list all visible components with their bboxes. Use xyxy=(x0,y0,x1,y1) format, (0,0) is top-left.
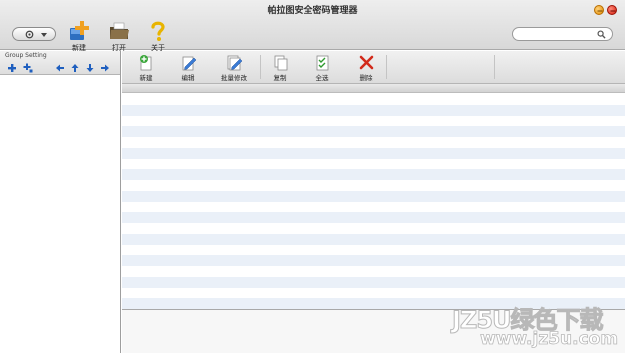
batch-edit-icon xyxy=(227,55,242,71)
watermark-url: www.jz5u.com xyxy=(480,329,619,350)
table-row[interactable] xyxy=(122,180,625,191)
group-panel-header: Group Setting xyxy=(0,51,120,75)
arrow-up-icon[interactable] xyxy=(70,63,80,73)
toolbar-separator xyxy=(386,55,387,79)
table-row[interactable] xyxy=(122,94,625,105)
copy-label: 复制 xyxy=(273,74,287,82)
table-row[interactable] xyxy=(122,233,625,245)
edit-record-button[interactable]: 编辑 xyxy=(170,54,206,82)
table-row[interactable] xyxy=(122,255,625,266)
open-folder-icon xyxy=(110,22,129,39)
action-menu-button[interactable] xyxy=(12,27,56,41)
search-icon xyxy=(597,30,606,39)
add-group-icon[interactable] xyxy=(7,63,17,73)
new-file-button[interactable]: 新建 xyxy=(64,20,94,53)
arrow-down-icon[interactable] xyxy=(85,63,95,73)
select-all-button[interactable]: 全选 xyxy=(304,54,340,82)
table-row[interactable] xyxy=(122,126,625,137)
delete-icon xyxy=(359,55,373,70)
table-row[interactable] xyxy=(122,266,625,277)
table-row[interactable] xyxy=(122,201,625,213)
group-panel-title: Group Setting xyxy=(5,52,47,59)
toolbar-separator xyxy=(494,55,495,79)
table-row[interactable] xyxy=(122,147,625,159)
copy-icon xyxy=(274,55,287,71)
new-record-icon xyxy=(139,55,151,71)
table-row[interactable] xyxy=(122,190,625,202)
select-all-icon xyxy=(316,55,328,71)
table-row[interactable] xyxy=(122,287,625,299)
gear-icon xyxy=(25,30,34,39)
select-all-label: 全选 xyxy=(315,74,329,82)
new-file-icon xyxy=(70,21,89,40)
table-row[interactable] xyxy=(122,223,625,234)
toolbar-separator xyxy=(260,55,261,79)
delete-button[interactable]: 删除 xyxy=(348,54,384,82)
batch-edit-label: 批量修改 xyxy=(221,74,247,82)
about-button[interactable]: 关于 xyxy=(143,20,173,53)
table-row[interactable] xyxy=(122,158,625,170)
table-row[interactable] xyxy=(122,137,625,148)
question-mark-icon xyxy=(151,21,165,41)
title-toolbar-area: 帕拉图安全密码管理器 新建 打开 关于 xyxy=(0,0,625,53)
record-list-header xyxy=(122,84,625,93)
arrow-left-icon[interactable] xyxy=(55,63,65,73)
close-button[interactable] xyxy=(607,5,617,15)
close-icon xyxy=(610,10,616,12)
copy-button[interactable]: 复制 xyxy=(262,54,298,82)
window-title: 帕拉图安全密码管理器 xyxy=(267,6,358,16)
record-toolbar: 新建 编辑 批量修改 复制 全选 删除 xyxy=(122,51,625,84)
minimize-button[interactable] xyxy=(594,5,604,15)
table-row[interactable] xyxy=(122,169,625,180)
arrow-right-icon[interactable] xyxy=(100,63,110,73)
table-row[interactable] xyxy=(122,115,625,127)
record-list[interactable] xyxy=(122,94,625,309)
open-file-button[interactable]: 打开 xyxy=(104,20,134,53)
edit-icon xyxy=(182,56,196,71)
group-panel: Group Setting xyxy=(0,51,121,353)
minimize-icon xyxy=(597,10,603,12)
table-row[interactable] xyxy=(122,244,625,256)
new-record-label: 新建 xyxy=(139,74,153,82)
table-row[interactable] xyxy=(122,276,625,288)
edit-record-label: 编辑 xyxy=(181,74,195,82)
delete-label: 删除 xyxy=(359,74,373,82)
table-row[interactable] xyxy=(122,212,625,223)
new-record-button[interactable]: 新建 xyxy=(128,54,164,82)
batch-edit-button[interactable]: 批量修改 xyxy=(216,54,252,82)
add-subgroup-icon[interactable] xyxy=(23,63,33,73)
table-row[interactable] xyxy=(122,104,625,116)
chevron-down-icon xyxy=(41,33,47,37)
